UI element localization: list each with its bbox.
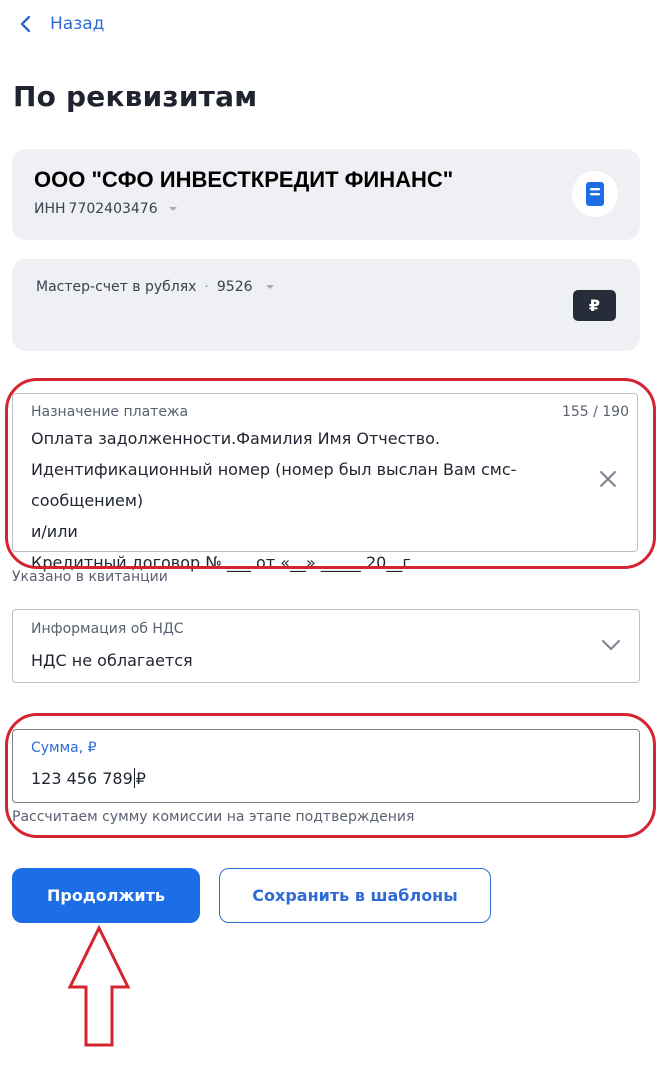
save-template-button[interactable]: Сохранить в шаблоны (219, 868, 491, 923)
back-link[interactable]: Назад (16, 10, 104, 38)
amount-label: Сумма, ₽ (31, 740, 97, 756)
amount-input[interactable]: 123 456 789 ₽ (31, 768, 146, 788)
recipient-inn[interactable]: ИНН 7702403476 (34, 201, 178, 217)
char-counter: 155 / 190 (561, 404, 629, 420)
payment-purpose-field[interactable]: Назначение платежа 155 / 190 Оплата задо… (12, 393, 638, 572)
account-separator: · (204, 279, 209, 295)
recipient-document-button[interactable] (572, 171, 618, 217)
recipient-name: ООО "СФО ИНВЕСТКРЕДИТ ФИНАНС" (34, 167, 454, 192)
back-label: Назад (50, 14, 105, 34)
purpose-hint: Указано в квитанции (12, 569, 168, 585)
purpose-line: Идентификационный номер (номер был высла… (31, 460, 517, 479)
purpose-line: сообщением) (31, 491, 144, 510)
amount-hint: Рассчитаем сумму комиссии на этапе подтв… (12, 809, 415, 825)
arrow-up-icon (67, 925, 131, 1047)
amount-value: 123 456 789 (31, 768, 133, 788)
chevron-down-icon (602, 640, 620, 650)
caret-down-icon (168, 207, 177, 211)
account-selector[interactable]: Мастер-счет в рублях · 9526 (36, 279, 275, 295)
account-name: Мастер-счет в рублях (36, 279, 197, 295)
inn-value: 7702403476 (68, 201, 158, 217)
purpose-line: Оплата задолженности.Фамилия Имя Отчеств… (31, 429, 441, 448)
account-card[interactable]: Мастер-счет в рублях · 9526 ₽ (12, 259, 640, 351)
caret-down-icon (265, 285, 274, 289)
purpose-line: и/или (31, 522, 78, 541)
inn-label: ИНН (34, 201, 66, 217)
chevron-left-icon (20, 15, 31, 33)
payment-purpose-label: Назначение платежа (31, 404, 189, 420)
amount-currency: ₽ (135, 768, 146, 788)
amount-field[interactable]: Сумма, ₽ 123 456 789 ₽ (12, 729, 640, 803)
vat-value: НДС не облагается (31, 651, 193, 670)
vat-label: Информация об НДС (31, 621, 184, 637)
payment-purpose-text[interactable]: Оплата задолженности.Фамилия Имя Отчеств… (31, 423, 571, 578)
account-number: 9526 (216, 279, 253, 295)
document-icon (586, 182, 604, 206)
continue-button[interactable]: Продолжить (12, 868, 200, 923)
vat-select[interactable]: Информация об НДС НДС не облагается (12, 609, 640, 683)
clear-icon[interactable] (598, 469, 618, 489)
recipient-card[interactable]: ООО "СФО ИНВЕСТКРЕДИТ ФИНАНС" ИНН 770240… (12, 149, 640, 240)
page-title: По реквизитам (13, 80, 258, 113)
ruble-currency-icon: ₽ (573, 290, 616, 321)
text-cursor (133, 768, 135, 788)
